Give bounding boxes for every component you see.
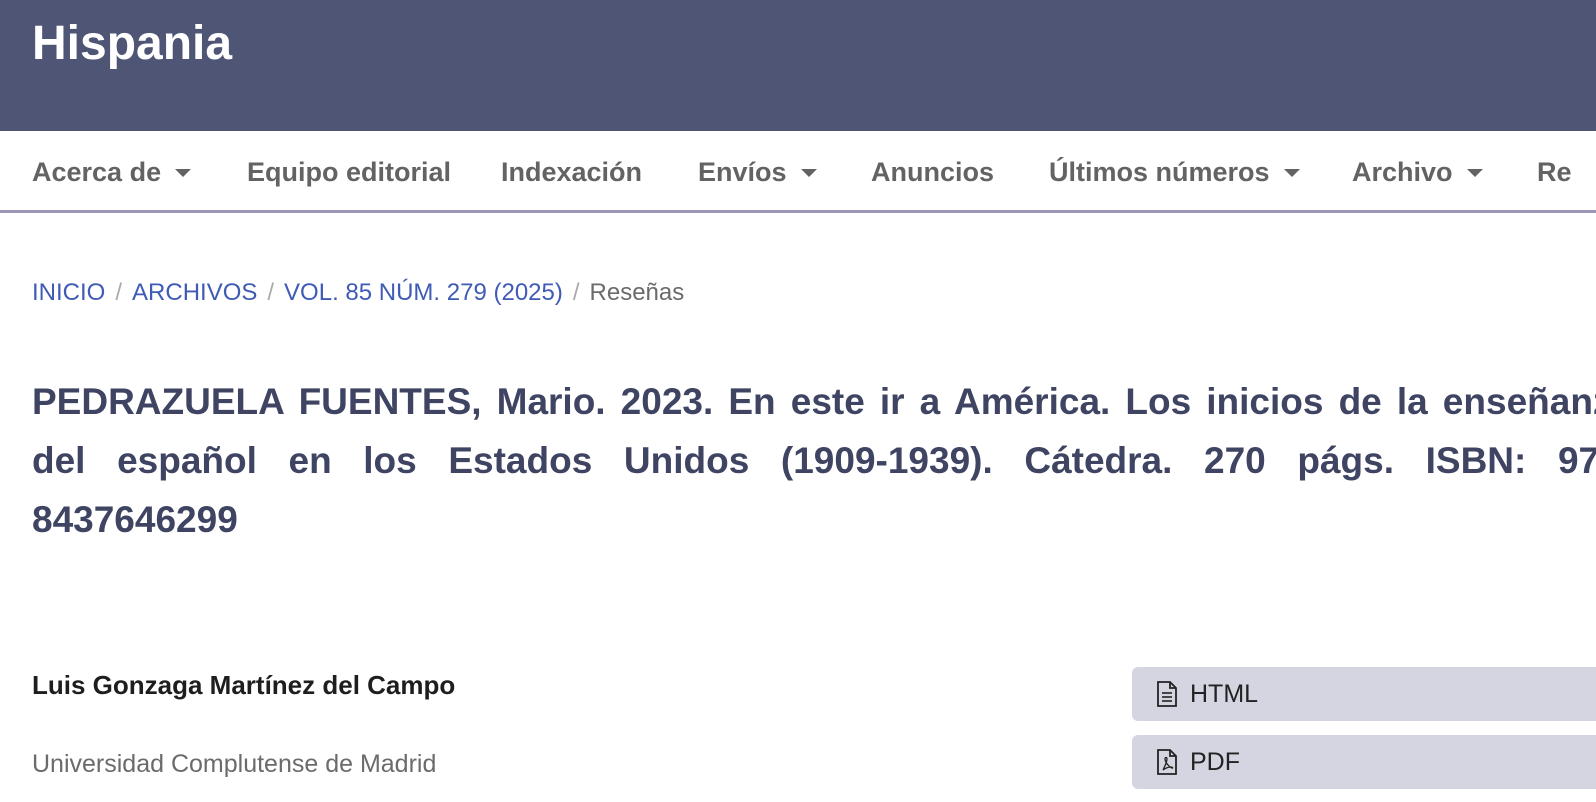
nav-item-envios[interactable]: Envíos [698,154,817,190]
pdf-galley-label: PDF [1190,747,1240,776]
site-header: Hispania [0,0,1596,131]
document-icon [1157,681,1177,707]
breadcrumb: INICIO / ARCHIVOS / VOL. 85 NÚM. 279 (2025) /… [32,278,684,308]
nav-item-label: Equipo editorial [247,157,452,187]
breadcrumb-link-issue[interactable]: VOL. 85 NÚM. 279 (2025) [284,279,563,306]
nav-item-label: Indexación [501,157,643,187]
nav-item-label: Re [1537,157,1572,187]
nav-item-label: Acerca de [32,157,162,187]
nav-item-indexacion[interactable]: Indexación [501,154,642,190]
nav-item-ultimos-numeros[interactable]: Últimos números [1049,154,1300,190]
author-name: Luis Gonzaga Martínez del Campo [32,670,456,700]
breadcrumb-link-archivos[interactable]: ARCHIVOS [132,279,257,306]
article-title-line: 8437646299 [32,499,238,540]
site-title[interactable]: Hispania [32,16,232,71]
breadcrumb-separator: / [267,279,275,306]
caret-down-icon [175,168,192,177]
article-title-line: del español en los Estados Unidos (1909-… [32,440,1596,481]
author-affiliation: Universidad Complutense de Madrid [32,750,437,778]
article-title: PEDRAZUELA FUENTES, Mario. 2023. En este… [32,372,1596,549]
nav-item-label: Envíos [698,157,787,187]
main-navigation: Acerca de Equipo editorial Indexación En… [0,131,1596,213]
article-title-line: PEDRAZUELA FUENTES, Mario. 2023. En este… [32,381,1596,422]
nav-item-label: Anuncios [871,157,995,187]
breadcrumb-current: Reseñas [589,279,685,306]
html-galley-label: HTML [1190,679,1259,708]
nav-item-label: Últimos números [1049,157,1270,187]
nav-item-acerca-de[interactable]: Acerca de [32,154,192,190]
nav-item-archivo[interactable]: Archivo [1352,154,1483,190]
pdf-file-icon [1157,749,1177,775]
nav-item-equipo-editorial[interactable]: Equipo editorial [247,154,451,190]
html-galley-button[interactable]: HTML [1132,667,1596,721]
breadcrumb-separator: / [572,279,580,306]
breadcrumb-separator: / [115,279,123,306]
nav-item-truncated[interactable]: Re [1537,154,1572,190]
breadcrumb-link-inicio[interactable]: INICIO [32,279,105,306]
caret-down-icon [1466,168,1483,177]
pdf-galley-button[interactable]: PDF [1132,735,1596,789]
caret-down-icon [1283,168,1300,177]
nav-item-anuncios[interactable]: Anuncios [871,154,994,190]
nav-item-label: Archivo [1352,157,1453,187]
caret-down-icon [800,168,817,177]
